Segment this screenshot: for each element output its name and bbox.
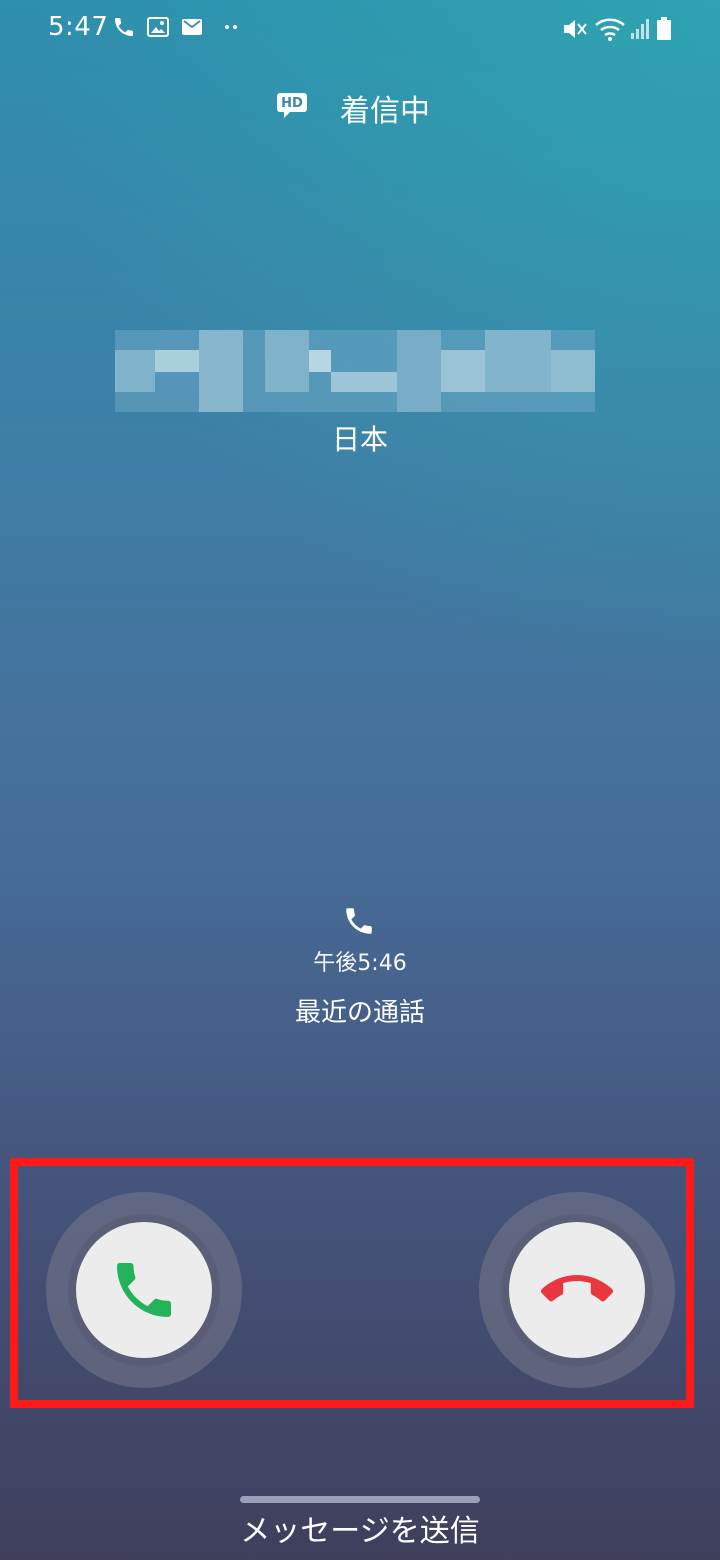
svg-text:HD: HD [281, 96, 303, 111]
phone-decline-icon [541, 1275, 613, 1302]
phone-icon [115, 18, 133, 36]
recent-call-time: 午後5:46 [313, 951, 407, 976]
swipe-handle[interactable] [240, 1496, 480, 1503]
wifi-icon [595, 18, 625, 41]
hd-voice-icon: HD [277, 93, 307, 118]
accept-call-button[interactable] [76, 1222, 212, 1358]
decline-call-area [479, 1192, 675, 1388]
accept-call-area [46, 1192, 242, 1388]
battery-icon [657, 17, 671, 40]
caller-country: 日本 [331, 423, 388, 456]
recent-calls-label: 最近の通話 [294, 998, 425, 1028]
caller-number-blurred [115, 330, 595, 412]
call-status: 着信中 [340, 94, 430, 129]
call-header: HD 着信中 [0, 84, 720, 129]
gmail-icon [182, 19, 202, 35]
decline-call-button[interactable] [509, 1222, 645, 1358]
signal-icon [631, 19, 649, 39]
more-dots-icon [225, 25, 237, 29]
status-time: 5:47 [48, 12, 109, 42]
phone-accept-icon [117, 1263, 171, 1317]
image-icon [147, 17, 169, 37]
mute-icon [564, 20, 587, 38]
recent-call-icon [346, 908, 372, 934]
send-message-button[interactable]: メッセージを送信 [0, 1506, 720, 1550]
status-bar: 5:47 [0, 0, 720, 58]
